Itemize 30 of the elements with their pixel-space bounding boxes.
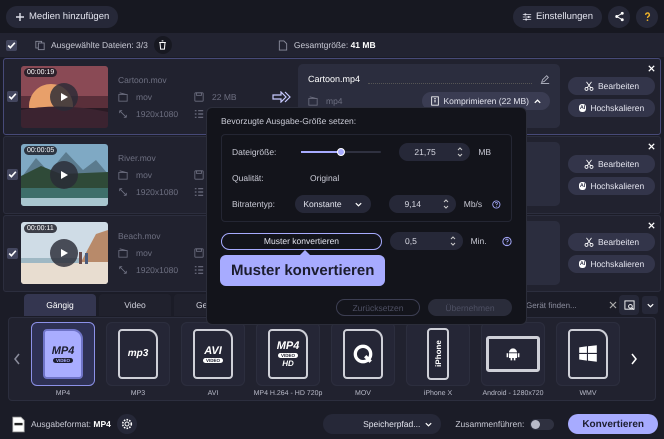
quality-value: Original	[310, 173, 340, 183]
selected-files-label: Ausgewählte Dateien: 3/3	[51, 40, 148, 50]
bitrate-type-label: Bitratentyp:	[232, 199, 276, 209]
bitrate-unit: Mb/s	[464, 199, 484, 209]
file-size-unit: MB	[478, 147, 492, 157]
file-name: Beach.mov	[118, 231, 162, 242]
output-format: mp4	[326, 96, 343, 106]
format-icon-text: AVI	[204, 344, 222, 356]
output-file-name: Cartoon.mp4	[308, 74, 360, 84]
file-format: mov	[136, 92, 154, 102]
file-resolution: 1920x1080	[136, 265, 180, 276]
file-format: mov	[136, 170, 154, 180]
format-icon-text: HD	[282, 358, 294, 368]
total-size-label: Gesamtgröße: 41 MB	[294, 40, 376, 50]
phone-label: iPhone	[434, 340, 442, 367]
file-size-label: Dateigröße:	[232, 147, 278, 157]
format-icon-text: MP4	[276, 340, 300, 352]
file-resolution: 1920x1080	[136, 108, 180, 119]
quality-label: Qualität:	[232, 173, 265, 183]
file-resolution: 1920x1080	[136, 186, 180, 197]
sample-length-unit: Min.	[470, 236, 488, 246]
popup-title: Bevorzugte Ausgabe-Größe setzen:	[221, 116, 358, 126]
merge-label: Zusammenführen:	[455, 419, 524, 429]
tooltip: Muster konvertieren	[220, 255, 386, 286]
output-format-label: Ausgabeformat: MP4	[31, 419, 111, 429]
file-format: mov	[136, 248, 154, 258]
format-icon-text: MP4	[52, 344, 74, 356]
file-name: Cartoon.mov	[118, 74, 168, 85]
format-icon-text: mp3	[128, 348, 148, 359]
file-size: 22 MB	[212, 92, 237, 102]
